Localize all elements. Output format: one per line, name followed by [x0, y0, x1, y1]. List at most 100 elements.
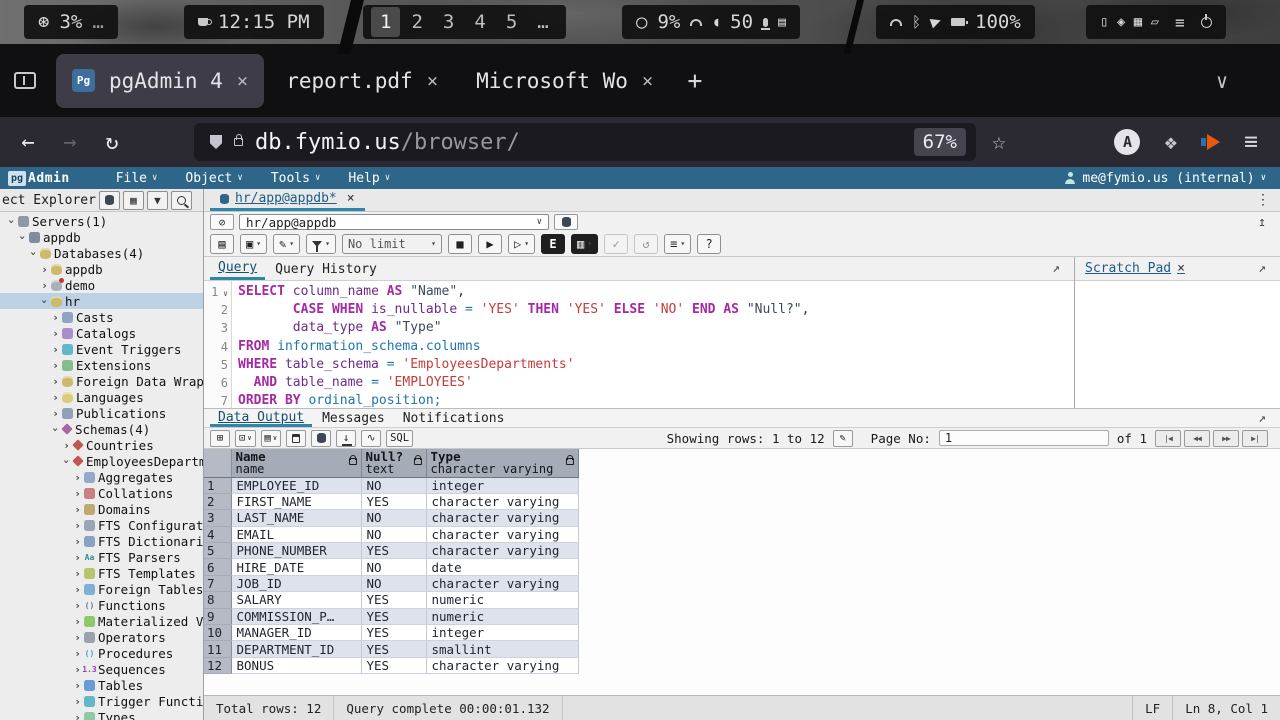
account-icon[interactable]: A	[1114, 129, 1140, 155]
chevron-collapsed-icon[interactable]: ›	[72, 503, 83, 516]
forward-button[interactable]: →	[54, 130, 86, 155]
copy-button[interactable]: ⊡∨	[235, 430, 256, 447]
chevron-collapsed-icon[interactable]: ›	[50, 407, 61, 420]
workspace-3[interactable]: 3	[434, 7, 463, 37]
explain-analyze-button[interactable]: ▥▾	[571, 234, 598, 254]
chevron-collapsed-icon[interactable]: ›	[39, 279, 50, 292]
chevron-collapsed-icon[interactable]: ›	[50, 391, 61, 404]
sql-button[interactable]: SQL	[386, 430, 413, 447]
cell[interactable]: integer	[426, 477, 578, 493]
workspace-2[interactable]: 2	[402, 7, 431, 37]
tree-item-servers-1-[interactable]: ›Servers(1)	[0, 213, 203, 229]
scratch-pad-body[interactable]	[1075, 281, 1280, 408]
workspace-5[interactable]: 5	[497, 7, 526, 37]
table-row[interactable]: 12BONUSYEScharacter varying	[204, 657, 578, 673]
expand-icon[interactable]: ↗	[1258, 411, 1274, 426]
chevron-collapsed-icon[interactable]: ›	[72, 647, 83, 660]
cell[interactable]: numeric	[426, 592, 578, 608]
chevron-collapsed-icon[interactable]: ›	[72, 711, 83, 720]
tree-item-operators[interactable]: ›Operators	[0, 629, 203, 645]
tree-item-tables[interactable]: ›Tables	[0, 677, 203, 693]
tray-menu-icon[interactable]: ≡	[1175, 13, 1185, 32]
workspace-1[interactable]: 1	[371, 7, 400, 37]
tab-overflow-chevron[interactable]: ∨	[1216, 69, 1266, 93]
cell[interactable]: LAST_NAME	[231, 510, 361, 526]
column-header-name[interactable]: Namename	[231, 449, 361, 477]
tab-messages[interactable]: Messages	[314, 409, 393, 427]
cell[interactable]: JOB_ID	[231, 575, 361, 591]
fold-icon[interactable]: ∨	[218, 289, 228, 298]
chevron-expanded-icon[interactable]: ›	[49, 424, 62, 435]
reload-button[interactable]: ↻	[96, 130, 128, 155]
status-cluster[interactable]: ○ 9% ◖ 50 ▤	[622, 5, 800, 39]
cpu-indicator[interactable]: ⊛ 3% …	[24, 5, 118, 39]
cell[interactable]: EMAIL	[231, 526, 361, 542]
tree-item-event-triggers[interactable]: ›Event Triggers	[0, 341, 203, 357]
cell[interactable]: NO	[361, 477, 426, 493]
tree-item-languages[interactable]: ›Languages	[0, 389, 203, 405]
cell[interactable]: EMPLOYEE_ID	[231, 477, 361, 493]
chevron-collapsed-icon[interactable]: ›	[72, 583, 83, 596]
edit-rows-button[interactable]: ✎	[833, 430, 853, 447]
tree-item-collations[interactable]: ›Collations	[0, 485, 203, 501]
table-row[interactable]: 3LAST_NAMENOcharacter varying	[204, 510, 578, 526]
new-connection-db-button[interactable]	[554, 214, 578, 230]
cell[interactable]: NO	[361, 510, 426, 526]
chevron-collapsed-icon[interactable]: ›	[72, 487, 83, 500]
browser-tab-2[interactable]: report.pdf×	[270, 54, 454, 108]
chevron-collapsed-icon[interactable]: ›	[72, 599, 83, 612]
help-button[interactable]: ?	[697, 234, 721, 254]
row-number[interactable]: 5	[204, 543, 231, 559]
tree-item-procedures[interactable]: ›()Procedures	[0, 645, 203, 661]
chevron-collapsed-icon[interactable]: ›	[50, 359, 61, 372]
db-button[interactable]	[311, 430, 331, 447]
chevron-collapsed-icon[interactable]: ›	[72, 535, 83, 548]
panel-kebab-menu[interactable]: ⋮	[1256, 192, 1280, 208]
chevron-collapsed-icon[interactable]: ›	[50, 375, 61, 388]
tree-item-fts-parsers[interactable]: ›AaFTS Parsers	[0, 549, 203, 565]
editor-code[interactable]: SELECT column_name AS "Name", CASE WHEN …	[232, 281, 1074, 408]
chevron-expanded-icon[interactable]: ›	[5, 216, 18, 227]
row-number[interactable]: 10	[204, 625, 231, 641]
browser-tab-3[interactable]: Microsoft Wo×	[460, 54, 669, 108]
row-number[interactable]: 4	[204, 526, 231, 542]
connection-select[interactable]: hr/app@appdb ∨	[239, 214, 549, 230]
user-menu[interactable]: me@fymio.us (internal) ∨	[1064, 171, 1272, 186]
expand-icon[interactable]: ↗	[1052, 261, 1068, 276]
tree-item-demo[interactable]: ›demo	[0, 277, 203, 293]
cell[interactable]: SALARY	[231, 592, 361, 608]
cell[interactable]: COMMISSION_P…	[231, 608, 361, 624]
chevron-collapsed-icon[interactable]: ›	[39, 263, 50, 276]
extensions-puzzle-icon[interactable]: ❖	[1164, 130, 1177, 154]
cell[interactable]: PHONE_NUMBER	[231, 543, 361, 559]
workspace-…[interactable]: …	[528, 7, 557, 37]
prev-page-button[interactable]: ◀◀	[1184, 430, 1210, 447]
table-row[interactable]: 11DEPARTMENT_IDYESsmallint	[204, 641, 578, 657]
restore-layout-icon[interactable]: ↥	[1258, 215, 1274, 230]
chevron-collapsed-icon[interactable]: ›	[72, 695, 83, 708]
menu-help[interactable]: Help∨	[334, 171, 404, 186]
tree-item-employeesdepartments[interactable]: ›EmployeesDepartments	[0, 453, 203, 469]
tree-item-foreign-tables[interactable]: ›Foreign Tables	[0, 581, 203, 597]
execute-button[interactable]: ▶	[478, 234, 502, 254]
filter-button[interactable]: ▾	[306, 234, 336, 254]
cell[interactable]: YES	[361, 625, 426, 641]
cell[interactable]: character varying	[426, 543, 578, 559]
grid-view-button[interactable]: ▦	[123, 191, 144, 210]
table-row[interactable]: 1EMPLOYEE_IDNOinteger	[204, 477, 578, 493]
tree-item-fts-dictionaries[interactable]: ›FTS Dictionaries	[0, 533, 203, 549]
chevron-collapsed-icon[interactable]: ›	[50, 343, 61, 356]
tree-item-schemas-4-[interactable]: ›Schemas(4)	[0, 421, 203, 437]
tab-data-output[interactable]: Data Output	[210, 409, 312, 427]
tree-item-hr[interactable]: ›hr	[0, 293, 203, 309]
limit-select[interactable]: No limit▾	[342, 234, 442, 254]
tab-notifications[interactable]: Notifications	[395, 409, 513, 427]
cell[interactable]: smallint	[426, 641, 578, 657]
row-number[interactable]: 1	[204, 477, 231, 493]
row-number[interactable]: 2	[204, 493, 231, 509]
cell[interactable]: YES	[361, 592, 426, 608]
cell[interactable]: integer	[426, 625, 578, 641]
cell[interactable]: YES	[361, 493, 426, 509]
explain-button[interactable]: E	[541, 234, 565, 254]
add-row-button[interactable]: ⊞	[210, 430, 230, 447]
